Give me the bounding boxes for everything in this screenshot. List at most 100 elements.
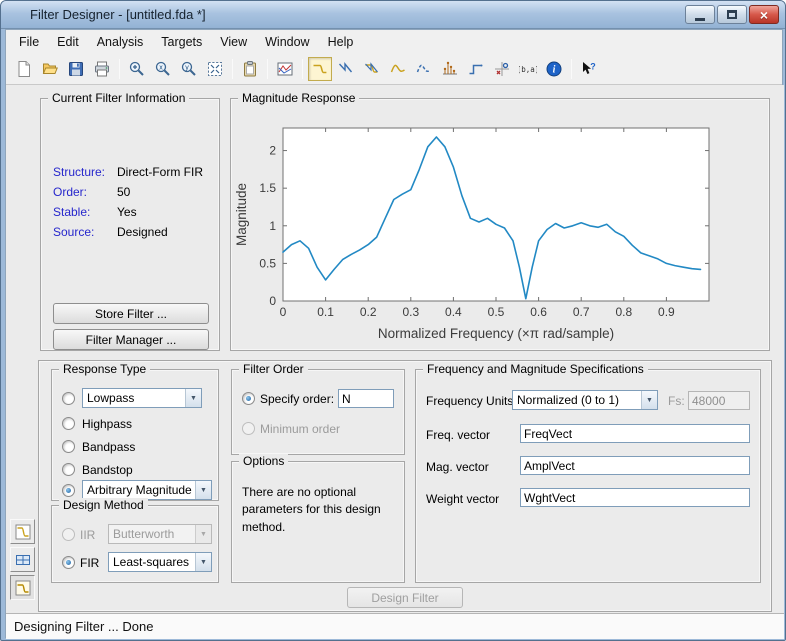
impulse-response-icon[interactable]: [438, 57, 462, 81]
chevron-down-icon[interactable]: ▼: [185, 389, 201, 407]
freq-vector-input[interactable]: [520, 424, 750, 443]
frequency-units-label: Frequency Units: [426, 394, 513, 408]
filter-manager-button[interactable]: Filter Manager ...: [53, 329, 209, 350]
toolbar-separator: [119, 59, 120, 79]
iir-radio[interactable]: [62, 528, 75, 541]
x-tick-label: 0.7: [573, 305, 590, 319]
menu-bar: File Edit Analysis Targets View Window H…: [6, 30, 782, 54]
design-method-group: Design Method IIR Butterworth ▼ FIR Leas…: [51, 505, 219, 583]
fir-radio[interactable]: [62, 556, 75, 569]
toolbar-separator: [302, 59, 303, 79]
save-icon[interactable]: [64, 57, 88, 81]
toolbar-separator: [571, 59, 572, 79]
highpass-radio[interactable]: [62, 417, 75, 430]
svg-text:?: ?: [590, 62, 596, 72]
minimize-button[interactable]: [685, 5, 715, 24]
menu-file[interactable]: File: [10, 32, 48, 52]
filter-designer-window: Filter Designer - [untitled.fda *] × Fil…: [0, 0, 786, 641]
menu-edit[interactable]: Edit: [48, 32, 88, 52]
filter-coefficients-icon[interactable]: [b,a]: [516, 57, 540, 81]
fir-method-select-value: Least-squares: [109, 553, 195, 571]
menu-window[interactable]: Window: [256, 32, 318, 52]
design-filter-panel-icon[interactable]: [10, 575, 35, 600]
chevron-down-icon[interactable]: ▼: [195, 481, 211, 499]
transform-filter-icon[interactable]: [10, 519, 35, 544]
stable-label: Stable:: [53, 205, 90, 219]
maximize-icon: [727, 10, 737, 19]
bandstop-label: Bandstop: [82, 463, 133, 477]
arbitrary-magnitude-select-value: Arbitrary Magnitude: [83, 481, 195, 499]
mag-vector-input[interactable]: [520, 456, 750, 475]
lowpass-radio[interactable]: [62, 392, 75, 405]
frequency-magnitude-specs-group: Frequency and Magnitude Specifications F…: [415, 369, 761, 583]
minimum-order-label: Minimum order: [260, 422, 340, 436]
highpass-label: Highpass: [82, 417, 132, 431]
arbitrary-magnitude-radio[interactable]: [62, 484, 75, 497]
specify-order-label: Specify order:: [260, 392, 334, 406]
frequency-units-select[interactable]: Normalized (0 to 1) ▼: [512, 390, 658, 410]
iir-method-select: Butterworth ▼: [108, 524, 212, 544]
current-filter-info-title: Current Filter Information: [48, 91, 189, 105]
response-type-group: Response Type Lowpass ▼ Highpass Bandpas…: [51, 369, 219, 501]
design-filter-button[interactable]: Design Filter: [347, 587, 463, 608]
fir-method-select[interactable]: Least-squares ▼: [108, 552, 212, 572]
svg-text:x: x: [159, 65, 163, 72]
help-mode-icon[interactable]: ?: [577, 57, 601, 81]
new-icon[interactable]: [12, 57, 36, 81]
print-icon[interactable]: [90, 57, 114, 81]
window-title: Filter Designer - [untitled.fda *]: [30, 7, 683, 22]
zoom-y-icon[interactable]: y: [177, 57, 201, 81]
plot-area: [283, 128, 709, 301]
magnitude-response-icon[interactable]: [308, 57, 332, 81]
client-area: File Edit Analysis Targets View Window H…: [5, 29, 783, 638]
lowpass-select-value: Lowpass: [83, 389, 185, 407]
menu-analysis[interactable]: Analysis: [88, 32, 153, 52]
lowpass-select[interactable]: Lowpass ▼: [82, 388, 202, 408]
full-view-icon[interactable]: [203, 57, 227, 81]
specify-order-radio[interactable]: [242, 392, 255, 405]
chevron-down-icon[interactable]: ▼: [641, 391, 657, 409]
arbitrary-magnitude-select[interactable]: Arbitrary Magnitude ▼: [82, 480, 212, 500]
zoom-x-icon[interactable]: x: [151, 57, 175, 81]
copy-icon[interactable]: [238, 57, 262, 81]
maximize-button[interactable]: [717, 5, 747, 24]
iir-label: IIR: [80, 528, 95, 542]
phase-response-icon[interactable]: [334, 57, 358, 81]
options-text: There are no optional parameters for thi…: [242, 484, 394, 536]
status-bar: Designing Filter ... Done: [6, 613, 784, 639]
specify-order-input[interactable]: [338, 389, 394, 408]
store-filter-button[interactable]: Store Filter ...: [53, 303, 209, 324]
bandstop-radio[interactable]: [62, 463, 75, 476]
zoom-in-icon[interactable]: [125, 57, 149, 81]
close-button[interactable]: ×: [749, 5, 779, 24]
step-response-icon[interactable]: [464, 57, 488, 81]
structure-label: Structure:: [53, 165, 105, 179]
filter-order-group: Filter Order Specify order: Minimum orde…: [231, 369, 405, 455]
chevron-down-icon[interactable]: ▼: [195, 553, 211, 571]
bandpass-radio[interactable]: [62, 440, 75, 453]
order-value: 50: [117, 185, 130, 199]
phase-delay-icon[interactable]: [412, 57, 436, 81]
weight-vector-input[interactable]: [520, 488, 750, 507]
title-bar[interactable]: Filter Designer - [untitled.fda *] ×: [1, 1, 785, 29]
fir-label: FIR: [80, 556, 99, 570]
legend-icon[interactable]: [273, 57, 297, 81]
x-tick-label: 0.3: [402, 305, 419, 319]
realize-model-icon[interactable]: [10, 547, 35, 572]
pole-zero-icon[interactable]: [490, 57, 514, 81]
window-controls: ×: [683, 5, 779, 24]
close-icon: ×: [760, 8, 768, 22]
svg-text:[b,a]: [b,a]: [519, 65, 537, 74]
menu-help[interactable]: Help: [319, 32, 363, 52]
toolbar-separator: [232, 59, 233, 79]
menu-view[interactable]: View: [211, 32, 256, 52]
magnitude-response-panel: Magnitude Response 00.10.20.30.40.50.60.…: [230, 98, 770, 351]
group-delay-icon[interactable]: [386, 57, 410, 81]
filter-information-icon[interactable]: i: [542, 57, 566, 81]
magnitude-phase-response-icon[interactable]: [360, 57, 384, 81]
menu-targets[interactable]: Targets: [152, 32, 211, 52]
filter-order-title: Filter Order: [239, 362, 308, 376]
minimum-order-radio[interactable]: [242, 422, 255, 435]
open-icon[interactable]: [38, 57, 62, 81]
current-filter-info-panel: Current Filter Information Structure: Di…: [40, 98, 220, 351]
